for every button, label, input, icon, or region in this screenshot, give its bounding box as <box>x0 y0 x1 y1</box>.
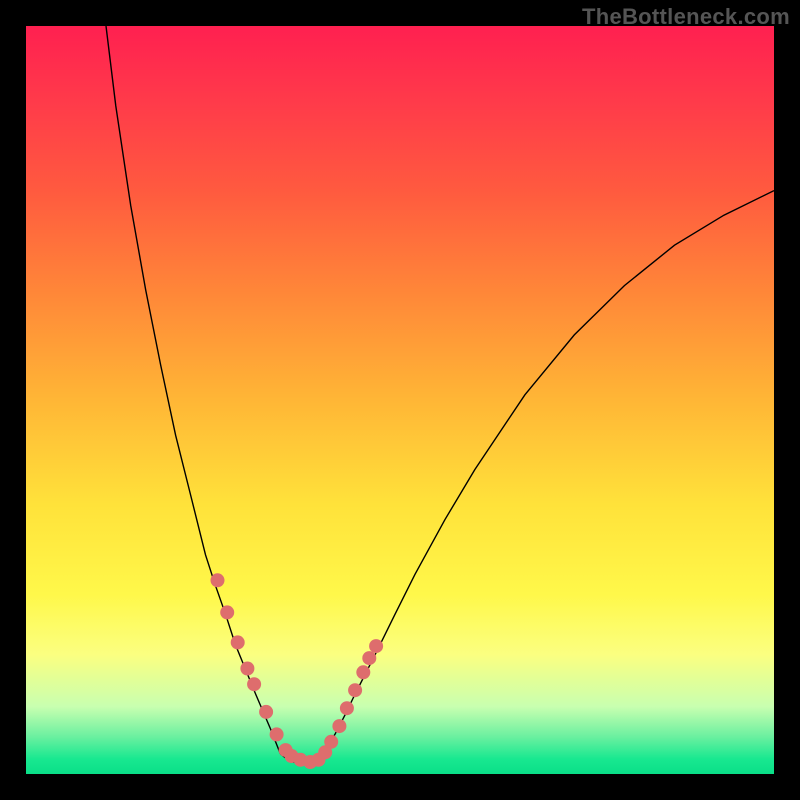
highlight-dot <box>332 719 346 733</box>
chart-container: TheBottleneck.com <box>0 0 800 800</box>
highlight-dot <box>220 605 234 619</box>
highlight-dot <box>369 639 383 653</box>
highlight-dot <box>324 735 338 749</box>
highlight-dots <box>211 573 384 769</box>
highlight-dot <box>247 677 261 691</box>
highlight-dot <box>231 635 245 649</box>
highlight-dot <box>340 701 354 715</box>
highlight-dot <box>356 665 370 679</box>
highlight-dot <box>240 662 254 676</box>
plot-area <box>26 26 774 774</box>
highlight-dot <box>362 651 376 665</box>
highlight-dot <box>270 727 284 741</box>
highlight-dot <box>211 573 225 587</box>
chart-svg <box>26 26 774 774</box>
highlight-dot <box>259 705 273 719</box>
highlight-dot <box>348 683 362 697</box>
right-curve <box>316 191 775 759</box>
watermark-text: TheBottleneck.com <box>582 4 790 30</box>
left-curve <box>106 26 280 754</box>
